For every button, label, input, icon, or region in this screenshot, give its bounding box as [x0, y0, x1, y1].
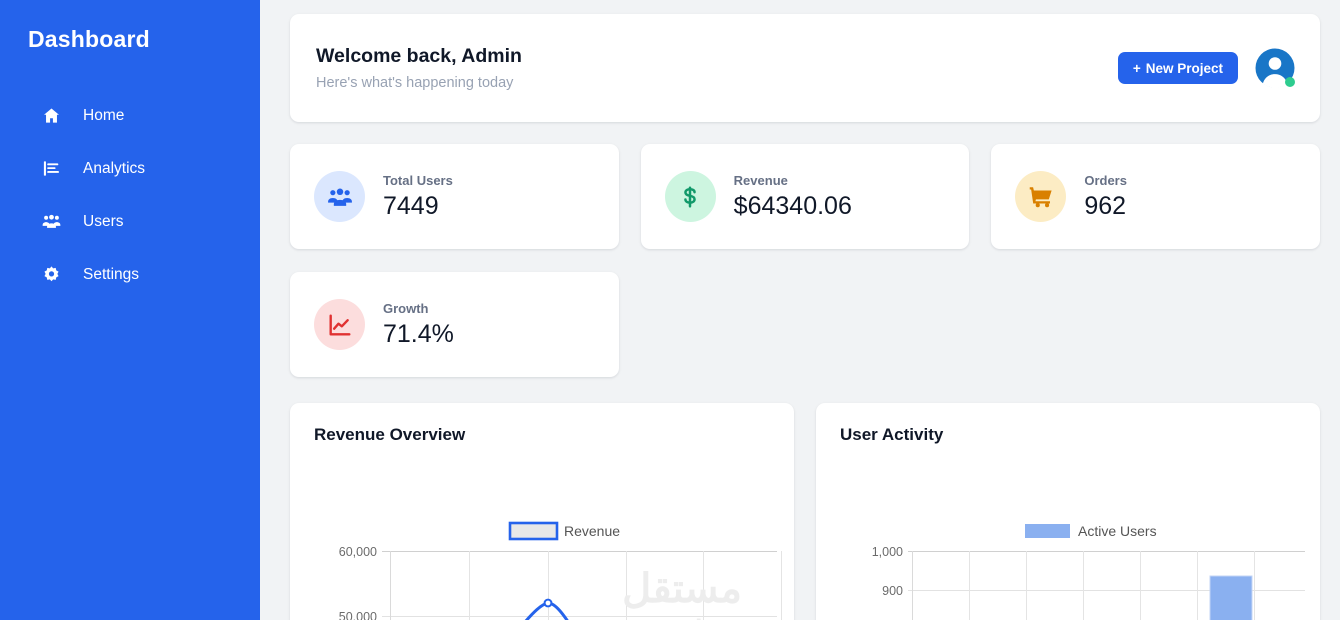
sidebar-item-label-settings: Settings — [83, 267, 139, 283]
chart-title: User Activity — [840, 425, 1302, 445]
home-icon — [42, 106, 61, 125]
svg-text:Revenue: Revenue — [564, 523, 620, 539]
trend-up-icon — [314, 299, 365, 350]
chart-card-user-activity: User Activity Active Users 1,000 900 800 — [816, 403, 1320, 620]
sidebar-item-settings[interactable]: Settings — [0, 248, 260, 301]
stat-text-block: Growth 71.4% — [383, 301, 454, 347]
stat-label: Orders — [1084, 173, 1127, 188]
new-project-label: New Project — [1146, 61, 1223, 76]
page-title: Welcome back, Admin — [316, 45, 522, 68]
sidebar-item-label-home: Home — [83, 108, 124, 124]
stat-label: Revenue — [734, 173, 852, 188]
stat-value: 962 — [1084, 193, 1127, 219]
sidebar: Dashboard Home — [0, 0, 260, 620]
stat-text-block: Total Users 7449 — [383, 173, 453, 219]
stat-card-growth: Growth 71.4% — [290, 272, 619, 377]
user-activity-chart[interactable]: Active Users 1,000 900 800 — [840, 451, 1302, 620]
stat-value: 71.4% — [383, 321, 454, 347]
new-project-button[interactable]: + New Project — [1118, 52, 1238, 84]
main-content: Welcome back, Admin Here's what's happen… — [260, 0, 1340, 620]
stat-label: Growth — [383, 301, 454, 316]
svg-text:Active Users: Active Users — [1078, 523, 1157, 539]
users-icon — [42, 212, 61, 231]
stat-card-total-users: Total Users 7449 — [290, 144, 619, 249]
svg-text:60,000: 60,000 — [339, 545, 377, 559]
sidebar-item-label-users: Users — [83, 214, 123, 230]
stat-card-revenue: Revenue $64340.06 — [641, 144, 970, 249]
dashboard-app: Dashboard Home — [0, 0, 1340, 620]
sidebar-nav: Home Analytics — [0, 89, 260, 301]
sidebar-item-analytics[interactable]: Analytics — [0, 142, 260, 195]
page-subtitle: Here's what's happening today — [316, 75, 522, 91]
stats-row-primary: Total Users 7449 Revenue $64340.06 — [290, 144, 1320, 249]
cart-icon — [1015, 171, 1066, 222]
revenue-chart-svg: Revenue 60,000 50,000 — [314, 451, 784, 620]
status-badge-online — [1285, 77, 1295, 87]
svg-text:50,000: 50,000 — [339, 610, 377, 620]
header-actions: + New Project — [1118, 47, 1296, 89]
welcome-card: Welcome back, Admin Here's what's happen… — [290, 14, 1320, 122]
brand-title: Dashboard — [0, 16, 260, 53]
dollar-icon — [665, 171, 716, 222]
stats-row-secondary: Growth 71.4% — [290, 272, 1320, 377]
stat-value: 7449 — [383, 193, 453, 219]
svg-text:1,000: 1,000 — [872, 545, 903, 559]
gear-icon — [42, 265, 61, 284]
users-group-icon — [314, 171, 365, 222]
analytics-icon — [42, 159, 61, 178]
revenue-chart[interactable]: Revenue 60,000 50,000 — [314, 451, 776, 620]
sidebar-item-home[interactable]: Home — [0, 89, 260, 142]
svg-text:900: 900 — [882, 584, 903, 598]
stat-text-block: Orders 962 — [1084, 173, 1127, 219]
avatar[interactable] — [1254, 47, 1296, 89]
stat-text-block: Revenue $64340.06 — [734, 173, 852, 219]
sidebar-item-users[interactable]: Users — [0, 195, 260, 248]
charts-row: Revenue Overview Revenue 60,000 50,000 — [290, 403, 1320, 620]
chart-title: Revenue Overview — [314, 425, 776, 445]
sidebar-item-label-analytics: Analytics — [83, 161, 145, 177]
plus-icon: + — [1133, 61, 1141, 76]
welcome-text-block: Welcome back, Admin Here's what's happen… — [316, 45, 522, 91]
stat-card-orders: Orders 962 — [991, 144, 1320, 249]
stat-value: $64340.06 — [734, 193, 852, 219]
chart-card-revenue-overview: Revenue Overview Revenue 60,000 50,000 — [290, 403, 794, 620]
stat-label: Total Users — [383, 173, 453, 188]
user-activity-chart-svg: Active Users 1,000 900 800 — [840, 451, 1310, 620]
